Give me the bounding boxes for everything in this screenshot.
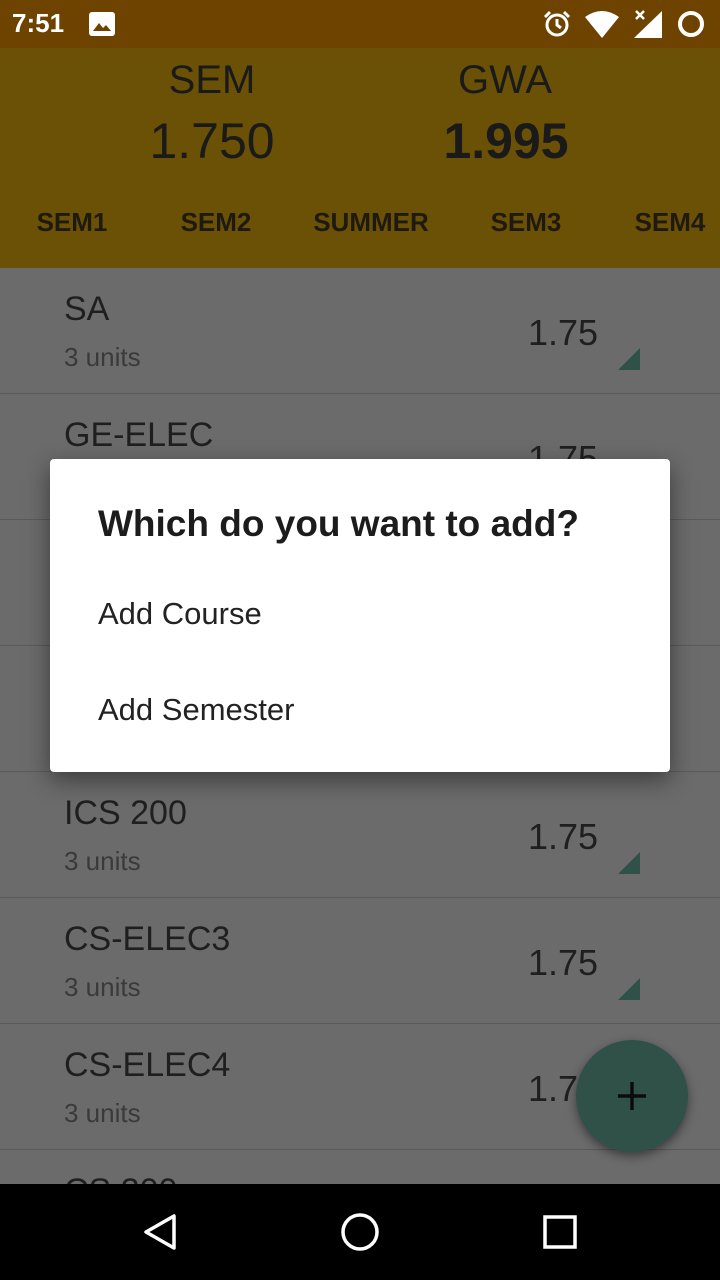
course-grade[interactable]: 1.75 — [528, 312, 598, 354]
status-time: 7:51 — [12, 8, 65, 38]
course-name: CS-ELEC4 — [64, 1046, 231, 1084]
dialog-title: Which do you want to add? — [98, 503, 579, 544]
tab-sem1[interactable]: SEM1 — [22, 204, 122, 264]
course-row[interactable]: SA 3 units 1.75 — [0, 268, 720, 395]
course-grade[interactable]: 1.75 — [528, 816, 598, 858]
course-units: 3 units — [64, 846, 141, 876]
plus-icon — [618, 1082, 646, 1110]
home-icon[interactable] — [338, 1210, 382, 1254]
gwa-label: GWA — [457, 58, 553, 102]
add-fab-button[interactable] — [576, 1040, 688, 1152]
semester-tabs: SEM1 SEM2 SUMMER SEM3 SEM4 — [0, 204, 720, 264]
course-name: GE-ELEC — [64, 416, 214, 454]
signal-icon — [634, 10, 662, 38]
course-name: SA — [64, 290, 110, 328]
gallery-icon — [89, 12, 115, 36]
add-course-option[interactable]: Add Course — [50, 569, 670, 659]
sem-value: 1.750 — [149, 113, 275, 169]
course-units: 3 units — [64, 1098, 141, 1128]
dropdown-triangle-icon[interactable] — [618, 348, 640, 370]
navigation-bar — [0, 1184, 720, 1280]
tab-sem2[interactable]: SEM2 — [166, 204, 266, 264]
back-icon[interactable] — [138, 1210, 182, 1254]
sem-label: SEM — [168, 58, 256, 102]
course-units: 3 units — [64, 342, 141, 372]
gwa-value: 1.995 — [443, 113, 569, 169]
status-bar: 7:51 — [0, 0, 720, 48]
alarm-icon — [543, 10, 571, 37]
course-row[interactable]: CS-ELEC3 3 units 1.75 — [0, 898, 720, 1025]
dropdown-triangle-icon[interactable] — [618, 978, 640, 1000]
course-name: ICS 200 — [64, 794, 187, 832]
course-grade[interactable]: 1.75 — [528, 942, 598, 984]
recents-icon[interactable] — [538, 1210, 582, 1254]
course-name: CS-ELEC3 — [64, 920, 231, 958]
wifi-icon — [585, 11, 619, 38]
tab-summer[interactable]: SUMMER — [304, 204, 438, 264]
add-dialog: Which do you want to add? Add Course Add… — [50, 459, 670, 772]
dropdown-triangle-icon[interactable] — [618, 852, 640, 874]
course-name: CS 200 — [64, 1172, 177, 1184]
add-semester-option[interactable]: Add Semester — [50, 665, 670, 755]
course-units: 3 units — [64, 972, 141, 1002]
course-row[interactable]: ICS 200 3 units 1.75 — [0, 772, 720, 899]
course-row[interactable]: CS 200 — [0, 1150, 720, 1184]
app-header: SEM 1.750 GWA 1.995 SEM1 SEM2 SUMMER SEM… — [0, 48, 720, 268]
tab-sem3[interactable]: SEM3 — [476, 204, 576, 264]
sync-icon — [678, 11, 704, 37]
tab-sem4[interactable]: SEM4 — [620, 204, 720, 264]
